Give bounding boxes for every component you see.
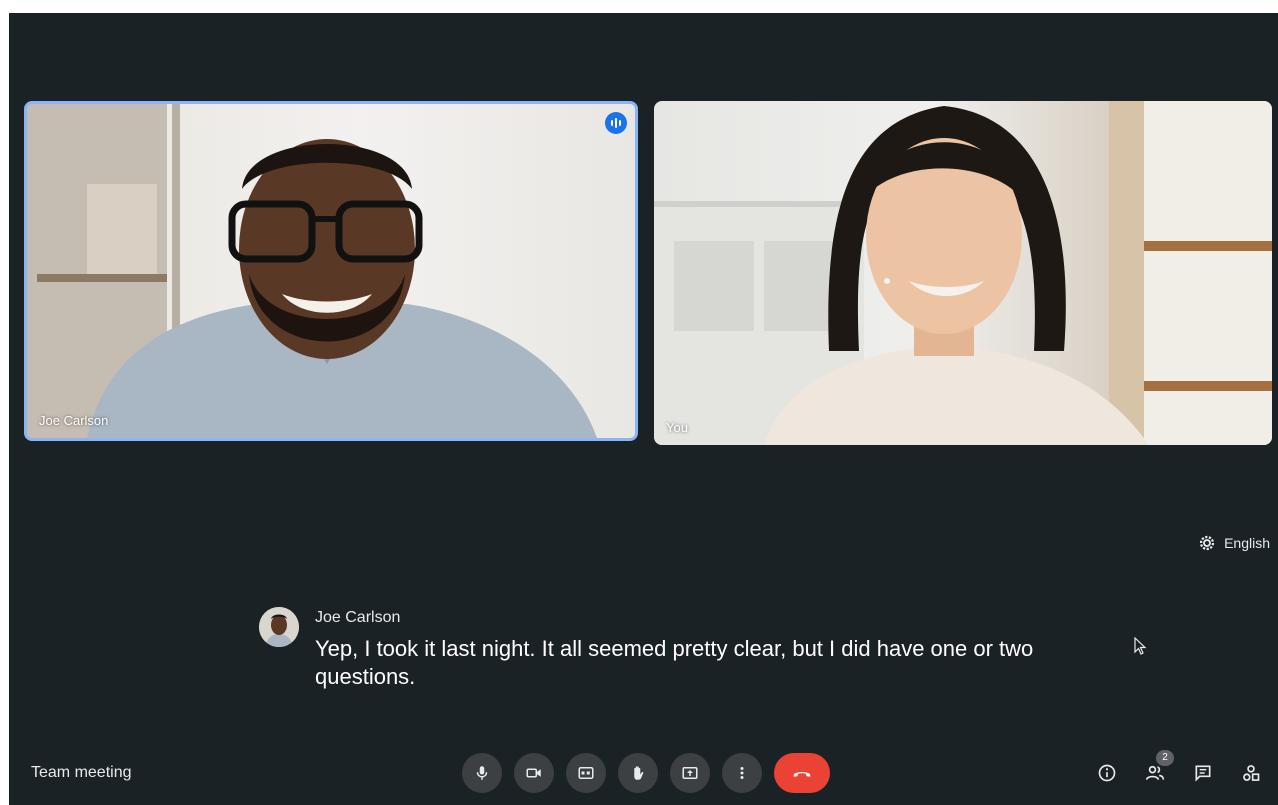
participant-tile-you[interactable]: You [654, 101, 1272, 445]
raise-hand-button[interactable] [618, 753, 658, 793]
cabinet-panel [674, 241, 754, 331]
captions-button[interactable] [566, 753, 606, 793]
meeting-title: Team meeting [31, 764, 132, 781]
window [1144, 101, 1272, 445]
closed-captions-icon [578, 767, 594, 779]
avatar [259, 607, 299, 647]
chat-button[interactable] [1190, 758, 1216, 788]
camera-button[interactable] [514, 753, 554, 793]
window-frame [1144, 241, 1272, 251]
mouse-cursor-icon [1134, 637, 1147, 655]
speaker-avatar-image [259, 607, 299, 647]
activities-icon [1243, 765, 1260, 781]
present-button[interactable] [670, 753, 710, 793]
info-icon [1098, 764, 1116, 782]
end-call-icon [793, 772, 811, 777]
meeting-side-controls: 2 [1094, 750, 1264, 788]
activities-button[interactable] [1238, 758, 1264, 788]
caption-language-label: English [1224, 535, 1270, 551]
earring [884, 278, 890, 284]
participant-tile-joe-carlson[interactable]: Joe Carlson [24, 101, 638, 441]
meeting-details-button[interactable] [1094, 758, 1120, 788]
end-call-button[interactable] [774, 753, 830, 793]
mic-icon [476, 766, 488, 780]
call-controls [462, 753, 830, 793]
caption-text: Yep, I took it last night. It all seemed… [315, 636, 1034, 689]
window-frame [1144, 381, 1272, 391]
raise-hand-icon [634, 766, 644, 780]
participant-video-joe [27, 104, 597, 438]
chat-icon [1195, 765, 1211, 782]
participant-name-label: Joe Carlson [39, 413, 109, 428]
mic-button[interactable] [462, 753, 502, 793]
camera-icon [526, 768, 541, 778]
gear-icon [1199, 535, 1215, 551]
participant-count-badge: 2 [1156, 750, 1174, 766]
cabinet-top [654, 201, 864, 207]
more-options-icon [740, 767, 744, 779]
people-button[interactable]: 2 [1142, 750, 1174, 788]
participant-name-label: You [666, 420, 688, 435]
caption-language-selector[interactable]: English [1198, 534, 1270, 552]
caption-speaker-name: Joe Carlson [315, 609, 401, 626]
people-icon [1145, 765, 1165, 780]
curtain [1109, 101, 1144, 445]
meeting-stage: Joe Carlson You English Joe Carlson Yep,… [9, 13, 1278, 805]
present-screen-icon [682, 767, 698, 779]
more-options-button[interactable] [722, 753, 762, 793]
shelf [37, 274, 167, 282]
participant-video-you [654, 101, 1272, 445]
speaking-indicator-icon [605, 112, 627, 134]
shelf-object [87, 184, 157, 274]
